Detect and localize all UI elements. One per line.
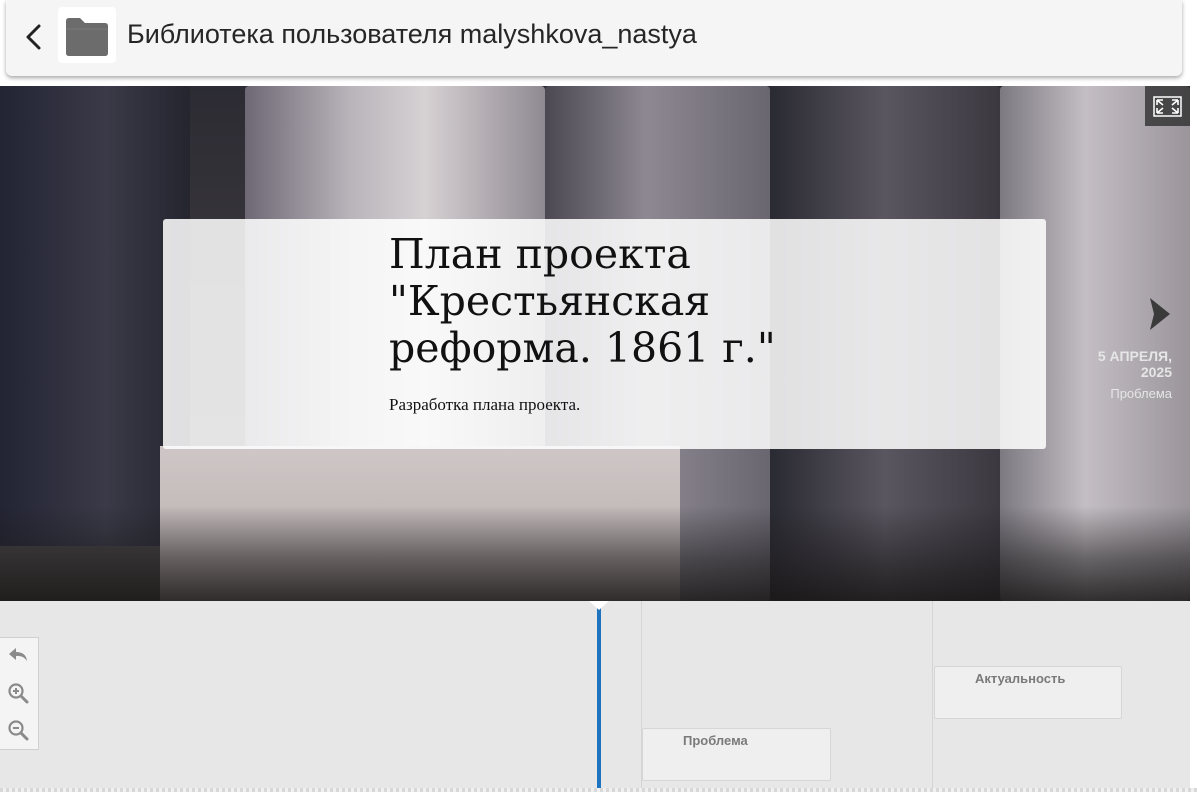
page-title: Библиотека пользователя malyshkova_nasty… [127,19,697,49]
next-slide-button[interactable]: 5 АПРЕЛЯ, 2025 Проблема [1070,294,1180,409]
zoom-in-icon [8,683,29,704]
slide-text-card: План проекта "Крестьянская реформа. 1861… [163,219,1046,449]
timeline-current-marker [597,601,601,792]
slide-headline: План проекта "Крестьянская реформа. 1861… [389,230,776,372]
next-slide-date: 5 АПРЕЛЯ, 2025 [1097,348,1172,380]
fullscreen-button[interactable] [1145,86,1190,126]
zoom-out-icon [8,720,29,741]
timeline-flag-relevance[interactable]: Актуальность [934,666,1122,719]
back-button[interactable] [20,20,48,56]
timeline-flag-label: Проблема [683,733,748,748]
timeline-nav[interactable]: Проблема Актуальность [0,601,1190,792]
timeline-divider [932,601,933,792]
timeline-back-button[interactable] [6,643,30,667]
header-bar: Библиотека пользователя malyshkova_nasty… [6,0,1182,76]
timeline-controls [0,637,39,750]
fullscreen-icon [1153,96,1182,117]
next-slide-title: Проблема [1110,386,1172,401]
timeline-flag-label: Актуальность [975,671,1066,686]
zoom-out-button[interactable] [6,718,30,742]
timeline-flag-problem[interactable]: Проблема [642,728,831,781]
undo-arrow-icon [9,648,27,661]
chevron-right-icon [1150,298,1170,330]
chevron-left-icon [26,24,41,50]
folder-icon [58,7,116,63]
zoom-in-button[interactable] [6,681,30,705]
slide-description: Разработка плана проекта. [389,395,581,414]
background-crowd [0,506,1190,601]
slide-media: План проекта "Крестьянская реформа. 1861… [0,86,1190,601]
timeline-ruler [0,788,1197,792]
timeline-marker-tip [589,601,609,610]
timeline-edge [1190,601,1197,792]
